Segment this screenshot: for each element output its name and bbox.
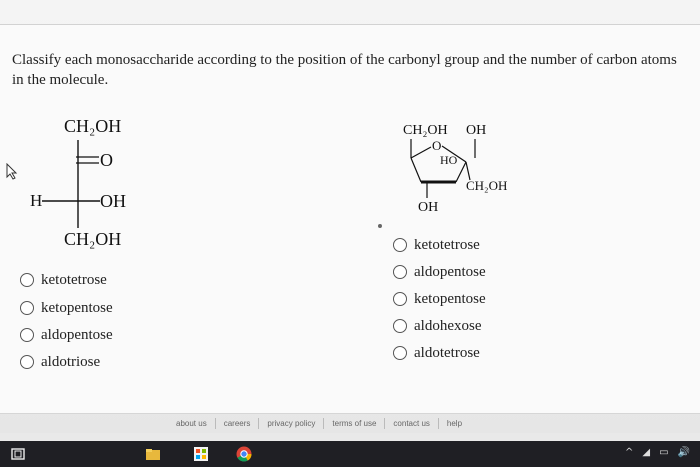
footer-link-terms-of-use[interactable]: terms of use — [324, 418, 386, 429]
left-option-ketotetrose[interactable]: ketotetrose — [20, 270, 107, 290]
system-tray: ^ ◢ ▭ 🔊 — [625, 447, 690, 458]
left-option-aldotriose[interactable]: aldotriose — [20, 352, 100, 372]
radio-button[interactable] — [393, 238, 407, 252]
right-option-aldopentose[interactable]: aldopentose — [393, 262, 486, 282]
footer-link-privacy-policy[interactable]: privacy policy — [259, 418, 325, 429]
footer-link-careers[interactable]: careers — [216, 418, 260, 429]
radio-button[interactable] — [393, 346, 407, 360]
chrome-icon[interactable] — [236, 446, 252, 462]
right-option-ketotetrose[interactable]: ketotetrose — [393, 235, 480, 255]
right-structure-bonds — [410, 139, 476, 198]
stray-dot — [378, 224, 382, 228]
right-bottom-oh: OH — [418, 200, 439, 215]
radio-button[interactable] — [393, 319, 407, 333]
radio-button[interactable] — [20, 273, 34, 287]
radio-button[interactable] — [20, 328, 34, 342]
battery-icon[interactable]: ▭ — [659, 447, 668, 458]
taskbar: ^ ◢ ▭ 🔊 — [0, 441, 700, 467]
footer-link-contact-us[interactable]: contact us — [385, 418, 439, 429]
chevron-up-icon[interactable]: ^ — [625, 447, 633, 458]
footer-links: about us careers privacy policy terms of… — [168, 418, 470, 429]
file-explorer-icon[interactable] — [145, 446, 161, 462]
left-option-ketopentose[interactable]: ketopentose — [20, 298, 113, 318]
radio-button[interactable] — [393, 292, 407, 306]
right-option-ketopentose[interactable]: ketopentose — [393, 289, 486, 309]
left-option-aldopentose[interactable]: aldopentose — [20, 325, 113, 345]
footer-link-about-us[interactable]: about us — [168, 418, 216, 429]
task-view-icon[interactable] — [10, 446, 26, 462]
right-side-group: CH₂OH — [466, 178, 508, 193]
footer-link-help[interactable]: help — [439, 418, 470, 429]
radio-button[interactable] — [393, 265, 407, 279]
radio-button[interactable] — [20, 301, 34, 315]
store-icon[interactable] — [193, 446, 209, 462]
network-icon[interactable]: ◢ — [642, 447, 650, 458]
right-option-aldotetrose[interactable]: aldotetrose — [393, 343, 480, 363]
radio-button[interactable] — [20, 355, 34, 369]
volume-icon[interactable]: 🔊 — [678, 447, 690, 458]
right-option-aldohexose[interactable]: aldohexose — [393, 316, 481, 336]
